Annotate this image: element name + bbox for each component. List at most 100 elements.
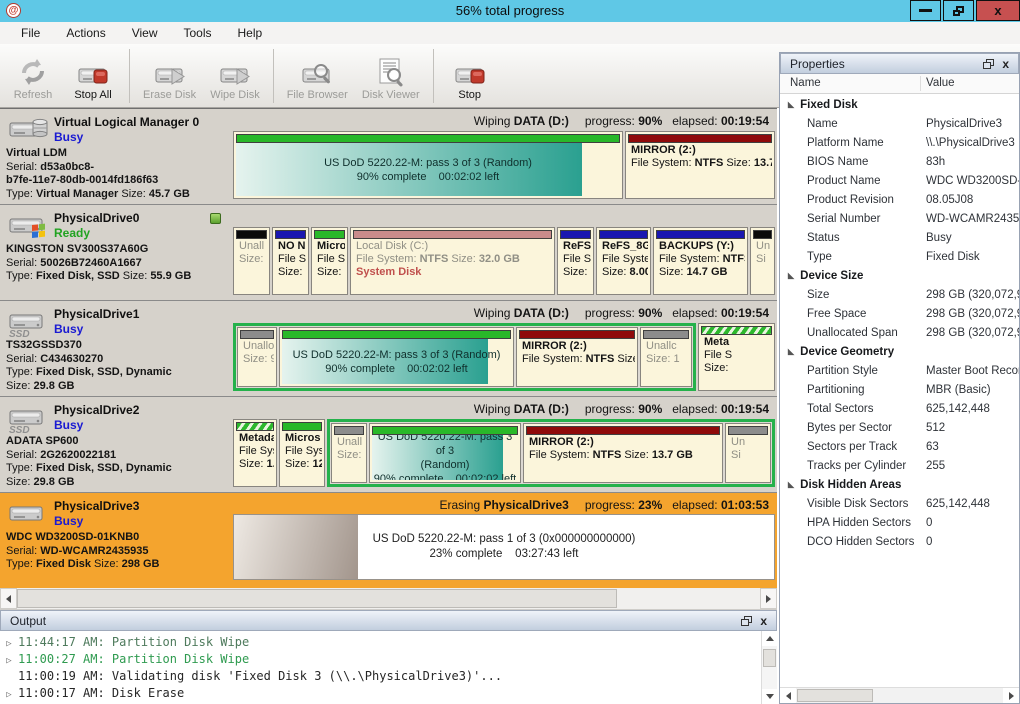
hscroll-thumb[interactable] xyxy=(17,589,617,608)
property-group-device-size[interactable]: ◢Device Size xyxy=(780,266,1019,285)
partition-un[interactable]: UnSi xyxy=(750,227,775,295)
restore-button[interactable] xyxy=(943,0,974,21)
property-row-visible-disk-sectors[interactable]: Visible Disk Sectors625,142,448 xyxy=(780,494,1019,513)
output-header: Output x xyxy=(0,610,777,631)
disk-list: Virtual Logical Manager 0BusyVirtual LDM… xyxy=(0,108,777,588)
column-header-value[interactable]: Value xyxy=(926,77,955,89)
stop-button[interactable]: Stop xyxy=(440,49,500,103)
partition-unall[interactable]: UnallSize: xyxy=(233,227,270,295)
property-row-serial-number[interactable]: Serial NumberWD-WCAMR2435 xyxy=(780,209,1019,228)
minimize-button[interactable] xyxy=(910,0,941,21)
disk-viewer-button[interactable]: Disk Viewer xyxy=(355,49,427,103)
menu-actions[interactable]: Actions xyxy=(53,24,118,42)
partition-micro[interactable]: MicroFile SySize: 1 xyxy=(311,227,348,295)
partition-mirror-2[interactable]: MIRROR (2:)File System: NTFS Size: 13.7 … xyxy=(523,423,723,483)
disk-row-physicaldrive1[interactable]: SSDPhysicalDrive1BusyTS32GSSD370Serial: … xyxy=(0,301,777,397)
partition-unallc[interactable]: UnallcSize: 1 xyxy=(640,327,692,387)
menu-view[interactable]: View xyxy=(119,24,171,42)
disk-row-virtual-logical-manager-0[interactable]: Virtual Logical Manager 0BusyVirtual LDM… xyxy=(0,109,777,205)
properties-float-icon[interactable] xyxy=(983,59,994,69)
partition-wipe-progress[interactable]: US DoD 5220.22-M: pass 3 of 3(Random)90%… xyxy=(369,423,521,483)
partition-wipe-progress[interactable]: US DoD 5220.22-M: pass 3 of 3 (Random)90… xyxy=(279,327,514,387)
partition-mirror-2[interactable]: MIRROR (2:)File System: NTFS Size: 13.7 … xyxy=(625,131,775,199)
file-browser-button[interactable]: File Browser xyxy=(280,49,355,103)
properties-title: Properties xyxy=(790,57,845,71)
output-scroll-down-button[interactable] xyxy=(762,689,777,704)
output-close-icon[interactable]: x xyxy=(760,616,767,626)
group-expanded-icon[interactable]: ◢ xyxy=(788,100,794,109)
partition-label-line: File Sy xyxy=(317,253,342,266)
partition-un[interactable]: UnSi xyxy=(725,423,771,483)
svg-text:SSD: SSD xyxy=(9,425,30,434)
partition-unall[interactable]: UnallSize: ( xyxy=(331,423,367,483)
partition-label-line: Metada xyxy=(239,432,271,445)
property-row-free-space[interactable]: Free Space298 GB (320,072,93 xyxy=(780,304,1019,323)
column-header-name[interactable]: Name xyxy=(790,77,821,89)
partition-mirror-2[interactable]: MIRROR (2:)File System: NTFS Size: 13.7 … xyxy=(516,327,638,387)
output-log-line[interactable]: ▷11:00:17 AM: Disk Erase xyxy=(0,685,761,702)
expand-arrow-icon[interactable]: ▷ xyxy=(0,687,18,704)
property-row-type[interactable]: TypeFixed Disk xyxy=(780,247,1019,266)
menu-help[interactable]: Help xyxy=(225,24,276,42)
disk-row-physicaldrive2[interactable]: SSDPhysicalDrive2BusyADATA SP600Serial: … xyxy=(0,397,777,493)
property-row-total-sectors[interactable]: Total Sectors625,142,448 xyxy=(780,399,1019,418)
property-row-dco-hidden-sectors[interactable]: DCO Hidden Sectors0 xyxy=(780,532,1019,551)
disk-row-physicaldrive0[interactable]: PhysicalDrive0ReadyKINGSTON SV300S37A60G… xyxy=(0,205,777,301)
partition-backups-y[interactable]: BACKUPS (Y:)File System: NTFSSize: 14.7 … xyxy=(653,227,748,295)
refresh-button[interactable]: Refresh xyxy=(3,49,63,103)
property-row-status[interactable]: StatusBusy xyxy=(780,228,1019,247)
property-row-product-revision[interactable]: Product Revision08.05J08 xyxy=(780,190,1019,209)
output-scroll-up-button[interactable] xyxy=(762,631,777,646)
erase-disk-button[interactable]: Erase Disk xyxy=(136,49,203,103)
partition-refs-8g[interactable]: ReFS_8GFile SysteSize: 8.00 xyxy=(596,227,651,295)
output-log-line[interactable]: ▷11:00:27 AM: Partition Disk Wipe xyxy=(0,651,761,668)
group-expanded-icon[interactable]: ◢ xyxy=(788,480,794,489)
props-hscroll-thumb[interactable] xyxy=(797,689,873,702)
output-log-line[interactable]: ▷11:44:17 AM: Partition Disk Wipe xyxy=(0,634,761,651)
property-row-tracks-per-cylinder[interactable]: Tracks per Cylinder255 xyxy=(780,456,1019,475)
output-vscroll-thumb[interactable] xyxy=(763,649,776,667)
stop-all-button[interactable]: Stop All xyxy=(63,49,123,103)
partition-wipe-progress[interactable]: US DoD 5220.22-M: pass 3 of 3 (Random)90… xyxy=(233,131,623,199)
partition-local-disk-c[interactable]: Local Disk (C:)File System: NTFS Size: 3… xyxy=(350,227,555,295)
partition-label: UnallSize: xyxy=(236,239,267,292)
disk-row-physicaldrive3[interactable]: PhysicalDrive3BusyWDC WD3200SD-01KNB0Ser… xyxy=(0,493,777,589)
properties-grid: ◢Fixed DiskNamePhysicalDrive3Platform Na… xyxy=(780,95,1019,687)
property-row-product-name[interactable]: Product NameWDC WD3200SD-0 xyxy=(780,171,1019,190)
output-float-icon[interactable] xyxy=(741,616,752,626)
property-group-device-geometry[interactable]: ◢Device Geometry xyxy=(780,342,1019,361)
properties-close-icon[interactable]: x xyxy=(1002,59,1009,69)
partition-micros[interactable]: MicrosFile SystSize: 12 xyxy=(279,419,325,487)
property-row-partition-style[interactable]: Partition StyleMaster Boot Recor xyxy=(780,361,1019,380)
partition-meta[interactable]: MetaFile SSize: xyxy=(698,323,775,391)
partition-refs[interactable]: ReFSFile SSize: xyxy=(557,227,594,295)
erase-progress-box[interactable]: US DoD 5220.22-M: pass 1 of 3 (0x0000000… xyxy=(233,514,775,580)
column-divider[interactable] xyxy=(920,76,921,91)
wipe-disk-button[interactable]: Wipe Disk xyxy=(203,49,267,103)
props-scroll-right-button[interactable] xyxy=(1003,688,1019,703)
group-expanded-icon[interactable]: ◢ xyxy=(788,347,794,356)
property-row-unallocated-span[interactable]: Unallocated Span298 GB (320,072,93 xyxy=(780,323,1019,342)
property-row-platform-name[interactable]: Platform Name\\.\PhysicalDrive3 xyxy=(780,133,1019,152)
property-row-bios-name[interactable]: BIOS Name83h xyxy=(780,152,1019,171)
property-group-fixed-disk[interactable]: ◢Fixed Disk xyxy=(780,95,1019,114)
property-row-sectors-per-track[interactable]: Sectors per Track63 xyxy=(780,437,1019,456)
property-row-partitioning[interactable]: PartitioningMBR (Basic) xyxy=(780,380,1019,399)
output-log-line[interactable]: 11:00:19 AM: Validating disk 'Fixed Disk… xyxy=(0,668,761,685)
property-group-disk-hidden-areas[interactable]: ◢Disk Hidden Areas xyxy=(780,475,1019,494)
partition-unallo[interactable]: UnalloSize: 9 xyxy=(237,327,277,387)
scroll-left-button[interactable] xyxy=(0,588,17,609)
group-expanded-icon[interactable]: ◢ xyxy=(788,271,794,280)
menu-tools[interactable]: Tools xyxy=(171,24,225,42)
property-row-bytes-per-sector[interactable]: Bytes per Sector512 xyxy=(780,418,1019,437)
close-button[interactable]: x xyxy=(976,0,1020,21)
partition-no-n[interactable]: NO NFile SSize: xyxy=(272,227,309,295)
property-row-name[interactable]: NamePhysicalDrive3 xyxy=(780,114,1019,133)
property-row-hpa-hidden-sectors[interactable]: HPA Hidden Sectors0 xyxy=(780,513,1019,532)
property-row-size[interactable]: Size298 GB (320,072,93 xyxy=(780,285,1019,304)
scroll-right-button[interactable] xyxy=(760,588,777,609)
menu-file[interactable]: File xyxy=(8,24,53,42)
props-scroll-left-button[interactable] xyxy=(780,688,796,703)
partition-metada[interactable]: MetadaFile SystSize: 1.0 xyxy=(233,419,277,487)
partition-label-line: Un xyxy=(756,240,769,253)
